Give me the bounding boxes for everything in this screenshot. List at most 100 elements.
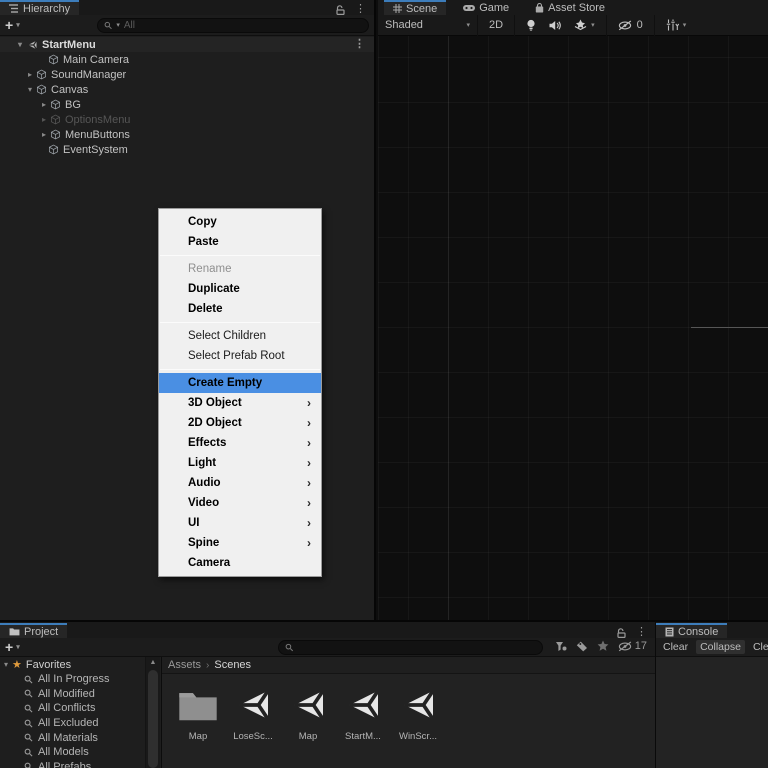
foldout-collapsed-icon[interactable]: ▸ (38, 100, 50, 109)
shading-mode-dropdown[interactable]: Shaded ▾ (378, 14, 478, 36)
menu-item-effects[interactable]: Effects › (159, 433, 321, 453)
tree-item[interactable]: ▸ SoundManager (0, 67, 374, 82)
foldout-collapsed-icon[interactable]: ▸ (38, 115, 50, 124)
tree-item-disabled[interactable]: ▸ OptionsMenu (0, 112, 374, 127)
menu-item-select-prefab-root[interactable]: Select Prefab Root (159, 346, 321, 366)
menu-item-spine[interactable]: Spine › (159, 533, 321, 553)
menu-item-2d-object[interactable]: 2D Object › (159, 413, 321, 433)
project-search-input[interactable] (297, 642, 536, 653)
file-tile-folder[interactable]: Map (174, 683, 222, 742)
chevron-down-icon[interactable]: ▾ (591, 21, 595, 29)
scene-effects-button[interactable]: ▾ (570, 17, 599, 34)
file-tile-scene[interactable]: LoseSc... (229, 683, 277, 742)
submenu-arrow-icon: › (307, 436, 311, 450)
hidden-packages-toggle[interactable]: 17 (618, 640, 647, 652)
scrollbar-thumb[interactable] (148, 670, 158, 768)
favorites-item-all-conflicts[interactable]: All Conflicts (0, 701, 145, 716)
favorites-item-all-excluded[interactable]: All Excluded (0, 716, 145, 731)
lock-icon[interactable] (336, 5, 345, 15)
create-asset-button[interactable]: + ▾ (5, 639, 20, 655)
scene-lighting-button[interactable] (522, 17, 540, 34)
chevron-down-icon[interactable]: ▾ (683, 21, 687, 29)
project-toolbar: + ▾ 17 (0, 638, 655, 657)
menu-item-3d-object[interactable]: 3D Object › (159, 393, 321, 413)
menu-item-duplicate[interactable]: Duplicate (159, 279, 321, 299)
project-menu-icon[interactable]: ⋮ (636, 627, 647, 638)
tree-item-label: MenuButtons (65, 128, 130, 141)
favorites-header[interactable]: ▾ ★ Favorites (0, 657, 145, 672)
menu-item-copy[interactable]: Copy (159, 212, 321, 232)
menu-item-light[interactable]: Light › (159, 453, 321, 473)
menu-item-camera[interactable]: Camera (159, 553, 321, 573)
tab-hierarchy[interactable]: Hierarchy (0, 0, 80, 15)
file-name: StartM... (345, 731, 381, 742)
search-filter-caret-icon[interactable]: ▾ (116, 21, 120, 29)
tab-asset-store[interactable]: Asset Store (526, 0, 614, 15)
favorites-item-all-prefabs[interactable]: All Prefabs (0, 760, 145, 768)
menu-item-delete[interactable]: Delete (159, 299, 321, 319)
speaker-icon (549, 20, 561, 30)
hierarchy-search-input[interactable] (123, 19, 362, 31)
scene-visibility-button[interactable]: 0 (614, 17, 647, 34)
menu-item-ui[interactable]: UI › (159, 513, 321, 533)
menu-item-paste[interactable]: Paste (159, 232, 321, 252)
filter-by-type-icon[interactable] (555, 640, 567, 652)
hierarchy-search-box[interactable]: ▾ (97, 17, 369, 33)
console-tabbar: Console (656, 622, 768, 638)
favorites-item-all-modified[interactable]: All Modified (0, 687, 145, 702)
tree-item[interactable]: ▸ BG (0, 97, 374, 112)
gizmos-button[interactable]: ▾ (662, 17, 691, 34)
project-search-box[interactable] (278, 640, 543, 655)
mode-2d-group: 2D (478, 14, 516, 36)
foldout-collapsed-icon[interactable]: ▸ (38, 130, 50, 139)
scene-options-icon[interactable]: ⋮ (354, 39, 365, 50)
tree-item-label: StartMenu (42, 38, 96, 51)
console-collapse-button[interactable]: Collapse (696, 640, 745, 654)
tree-item[interactable]: ▸ MenuButtons (0, 127, 374, 142)
filter-by-label-icon[interactable] (576, 641, 588, 652)
tree-item[interactable]: EventSystem (0, 142, 374, 157)
tree-item[interactable]: ▾ Canvas (0, 82, 374, 97)
menu-item-rename[interactable]: Rename (159, 259, 321, 279)
favorites-star-icon[interactable] (597, 640, 609, 652)
favorites-label: Favorites (25, 658, 72, 671)
breadcrumb-scenes[interactable]: Scenes (214, 659, 251, 671)
tab-console[interactable]: Console (656, 623, 728, 638)
menu-item-create-empty[interactable]: Create Empty (159, 373, 321, 393)
shopping-bag-icon (535, 2, 544, 12)
menu-item-audio[interactable]: Audio › (159, 473, 321, 493)
file-tile-scene[interactable]: Map (284, 683, 332, 742)
lock-icon[interactable] (617, 628, 626, 638)
favorites-item-all-models[interactable]: All Models (0, 745, 145, 760)
tree-item[interactable]: Main Camera (0, 52, 374, 67)
file-tile-scene[interactable]: StartM... (339, 683, 387, 742)
unity-scene-icon (26, 39, 38, 51)
console-doc-icon (665, 627, 674, 636)
tab-project[interactable]: Project (0, 623, 68, 638)
console-clear-button[interactable]: Clear (659, 640, 692, 654)
favorites-scrollbar[interactable]: ▲ (145, 657, 160, 768)
favorites-item-all-materials[interactable]: All Materials (0, 730, 145, 745)
scroll-up-icon[interactable]: ▲ (146, 657, 160, 669)
console-tab-label: Console (678, 625, 719, 638)
tab-game[interactable]: Game (454, 0, 518, 15)
favorites-item-all-in-progress[interactable]: All In Progress (0, 672, 145, 687)
breadcrumb-assets[interactable]: Assets (168, 659, 201, 671)
create-object-button[interactable]: + ▾ (5, 17, 20, 33)
menu-item-select-children[interactable]: Select Children (159, 326, 321, 346)
scene-audio-button[interactable] (545, 17, 565, 34)
hierarchy-menu-icon[interactable]: ⋮ (355, 4, 366, 15)
file-tile-scene[interactable]: WinScr... (394, 683, 442, 742)
console-clear-on-play-button[interactable]: Clea (749, 640, 768, 654)
project-files-pane: Assets › Scenes Map LoseSc... Map StartM… (161, 657, 655, 768)
foldout-expanded-icon[interactable]: ▾ (0, 660, 12, 669)
tree-item-scene[interactable]: ▾ StartMenu ⋮ (0, 37, 374, 52)
scene-viewport[interactable] (378, 36, 768, 620)
tab-scene[interactable]: Scene (384, 0, 447, 15)
scene-grid-axis-horizontal (691, 327, 768, 328)
foldout-expanded-icon[interactable]: ▾ (14, 40, 26, 49)
menu-item-video[interactable]: Video › (159, 493, 321, 513)
toggle-2d-button[interactable]: 2D (485, 17, 507, 34)
foldout-expanded-icon[interactable]: ▾ (24, 85, 36, 94)
foldout-collapsed-icon[interactable]: ▸ (24, 70, 36, 79)
